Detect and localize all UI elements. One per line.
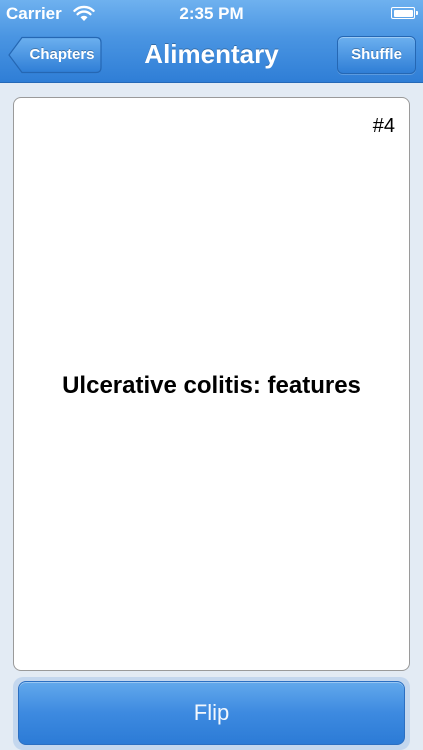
- status-bar: Carrier 2:35 PM: [0, 0, 423, 28]
- card-number: #4: [372, 115, 395, 137]
- flash-card[interactable]: #4 Ulcerative colitis: features: [13, 97, 410, 671]
- header-bar: Carrier 2:35 PM Chapters Alimentary Shuf…: [0, 0, 423, 83]
- clock: 2:35 PM: [179, 4, 244, 23]
- battery-icon: [391, 7, 418, 19]
- navigation-bar: Chapters Alimentary Shuffle: [0, 28, 423, 83]
- card-question: Ulcerative colitis: features: [62, 372, 361, 399]
- shuffle-button[interactable]: Shuffle: [337, 36, 416, 74]
- flip-button[interactable]: Flip: [18, 681, 405, 745]
- app-screen: Carrier 2:35 PM Chapters Alimentary Shuf…: [0, 0, 423, 750]
